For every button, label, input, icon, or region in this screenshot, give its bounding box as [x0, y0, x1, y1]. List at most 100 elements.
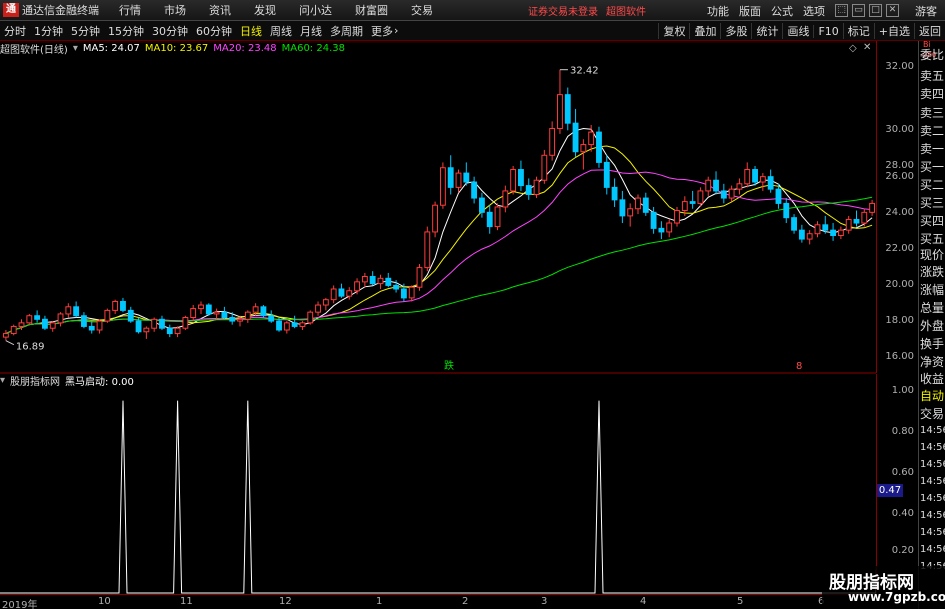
maximize-icon[interactable]: □: [869, 4, 882, 17]
period-daily[interactable]: 日线: [240, 23, 262, 39]
sub-indicator-name[interactable]: 股朋指标网: [10, 373, 60, 388]
candle-body: [424, 231, 431, 269]
mark-button[interactable]: 标记: [842, 23, 874, 39]
menu-jiaoyi[interactable]: 交易: [411, 2, 433, 18]
minimize-icon[interactable]: ▭: [852, 4, 865, 17]
date-tick: 4: [640, 596, 647, 607]
candle-body: [112, 300, 119, 311]
date-tick: 1: [376, 596, 383, 607]
candle-body: [315, 304, 321, 313]
menu-shichang[interactable]: 市场: [164, 2, 186, 18]
candle-body: [354, 281, 360, 292]
sub-tick: 1.00: [891, 385, 914, 396]
price-axis: 32.00 30.00 28.00 26.00 24.00 22.00 20.0…: [876, 41, 918, 373]
price-tick: 20.00: [885, 279, 914, 290]
candle-body: [408, 286, 415, 299]
auto-trade-label[interactable]: 自动: [920, 387, 944, 404]
candle-body: [166, 327, 173, 335]
candle-body: [596, 131, 602, 163]
close-icon[interactable]: ✕: [886, 4, 899, 17]
period-30min[interactable]: 30分钟: [152, 23, 188, 39]
period-weekly[interactable]: 周线: [270, 23, 292, 39]
candle-body: [627, 208, 634, 217]
fuquan-button[interactable]: 复权: [658, 23, 689, 39]
restore-window-icon[interactable]: ⬚: [835, 4, 848, 17]
low-marker-label: 16.89: [16, 342, 45, 353]
price-tick: 16.00: [885, 351, 914, 362]
candle-body: [276, 320, 282, 331]
menu-faxian[interactable]: 发现: [254, 2, 276, 18]
sub-toggle-icon[interactable]: ▾: [0, 375, 5, 386]
menu-xuanxiang[interactable]: 选项: [803, 3, 825, 19]
menu-gongneng[interactable]: 功能: [707, 3, 729, 19]
trade-time: 14:56: [920, 510, 945, 521]
stock-name-link[interactable]: 超图软件: [606, 3, 646, 18]
period-more[interactable]: 更多: [371, 23, 393, 39]
side-label: 卖二: [920, 124, 945, 138]
candle-body: [361, 276, 368, 283]
candle-body: [447, 167, 454, 188]
guest-label[interactable]: 游客: [915, 3, 937, 19]
candle-body: [65, 306, 72, 315]
sub-chart-header: ▾ 股朋指标网 黑马启动: 0.00: [0, 373, 139, 388]
candle-body: [182, 317, 189, 329]
date-tick: 5: [737, 596, 744, 607]
side-label: 现价: [920, 248, 945, 262]
trade-time: 14:56: [920, 544, 945, 555]
candle-body: [806, 233, 813, 240]
candle-body: [455, 172, 462, 188]
period-fenshi[interactable]: 分时: [4, 23, 26, 39]
candle-body: [681, 201, 688, 212]
statistics-button[interactable]: 统计: [751, 23, 782, 39]
period-multi[interactable]: 多周期: [330, 23, 363, 39]
candle-body: [494, 206, 501, 228]
period-monthly[interactable]: 月线: [300, 23, 322, 39]
candle-body: [57, 313, 64, 324]
period-60min[interactable]: 60分钟: [196, 23, 232, 39]
overlay-button[interactable]: 叠加: [689, 23, 720, 39]
back-button[interactable]: 返回: [914, 23, 945, 39]
trade-label[interactable]: 交易: [920, 405, 944, 422]
candle-body: [775, 188, 782, 204]
menu-gongshi[interactable]: 公式: [771, 3, 793, 19]
candle-body: [486, 211, 493, 228]
draw-line-button[interactable]: 画线: [782, 23, 813, 39]
candle-body: [720, 190, 727, 199]
trade-login-link[interactable]: 证券交易未登录: [528, 3, 598, 18]
candle-body: [159, 318, 165, 329]
candle-body: [518, 169, 524, 187]
candle-body: [619, 199, 626, 217]
candle-body: [798, 229, 805, 240]
candle-body: [151, 318, 158, 329]
event-marker-die: 跌: [444, 359, 454, 372]
menu-banmian[interactable]: 版面: [739, 3, 761, 19]
candle-body: [814, 224, 821, 235]
candle-body: [697, 190, 704, 204]
multi-stock-button[interactable]: 多股: [720, 23, 751, 39]
sub-tick: 0.80: [891, 426, 914, 437]
side-label: 委比: [920, 48, 945, 62]
candle-body: [221, 311, 228, 319]
kline-chart[interactable]: 32.42 16.89 跌 8: [0, 41, 876, 594]
candle-body: [400, 288, 407, 299]
candle-body: [658, 227, 665, 233]
menu-caifuquan[interactable]: 财富圈: [355, 2, 388, 18]
menu-wenxiaoda[interactable]: 问小达: [299, 2, 332, 18]
side-label: 卖三: [920, 106, 945, 120]
f10-button[interactable]: F10: [813, 24, 842, 38]
period-5min[interactable]: 5分钟: [71, 23, 100, 39]
trade-time: 14:56: [920, 442, 945, 453]
period-1min[interactable]: 1分钟: [34, 23, 63, 39]
candle-body: [572, 122, 579, 153]
candle-body: [322, 299, 329, 306]
quote-side-panel[interactable]: Bi 000 委比 卖五 卖四 卖三 卖二 卖一 买一 买二 买三 买四 买五 …: [918, 41, 945, 609]
period-toolbar: 分时 1分钟 5分钟 15分钟 30分钟 60分钟 日线 周线 月线 多周期 更…: [0, 21, 945, 41]
menu-zixun[interactable]: 资讯: [209, 2, 231, 18]
candle-body: [845, 218, 852, 231]
menu-hangqing[interactable]: 行情: [119, 2, 141, 18]
high-marker-label: 32.42: [570, 66, 599, 77]
more-chevron-icon[interactable]: ›: [394, 24, 398, 37]
candle-body: [260, 306, 267, 317]
period-15min[interactable]: 15分钟: [108, 23, 144, 39]
add-watchlist-button[interactable]: +自选: [873, 23, 914, 39]
